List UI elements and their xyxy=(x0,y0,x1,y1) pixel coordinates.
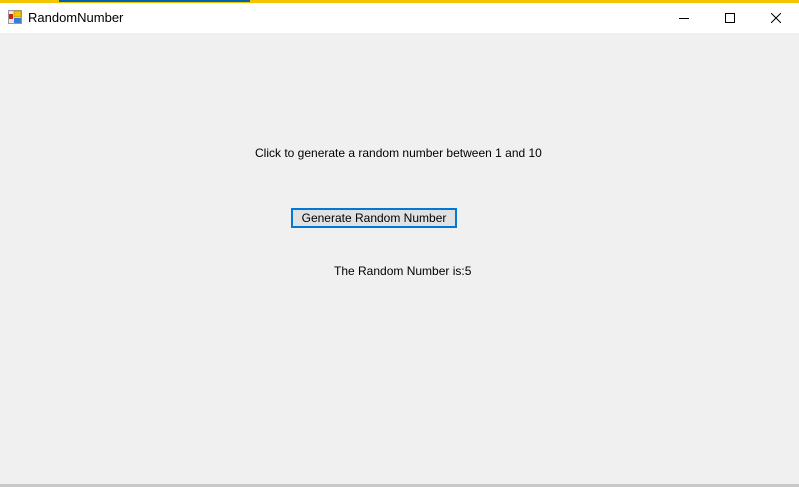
minimize-icon xyxy=(679,18,689,19)
window-title: RandomNumber xyxy=(28,10,124,25)
maximize-icon xyxy=(725,13,735,23)
generate-random-number-button[interactable]: Generate Random Number xyxy=(291,208,457,228)
title-bar: RandomNumber xyxy=(0,3,799,33)
app-icon xyxy=(8,10,22,24)
maximize-button[interactable] xyxy=(707,3,753,33)
top-accent-segment xyxy=(59,0,250,2)
minimize-button[interactable] xyxy=(661,3,707,33)
close-icon xyxy=(771,13,781,23)
instruction-label: Click to generate a random number betwee… xyxy=(255,146,542,160)
form-client-area xyxy=(0,33,799,484)
close-button[interactable] xyxy=(753,3,799,33)
result-label: The Random Number is:5 xyxy=(334,264,472,278)
